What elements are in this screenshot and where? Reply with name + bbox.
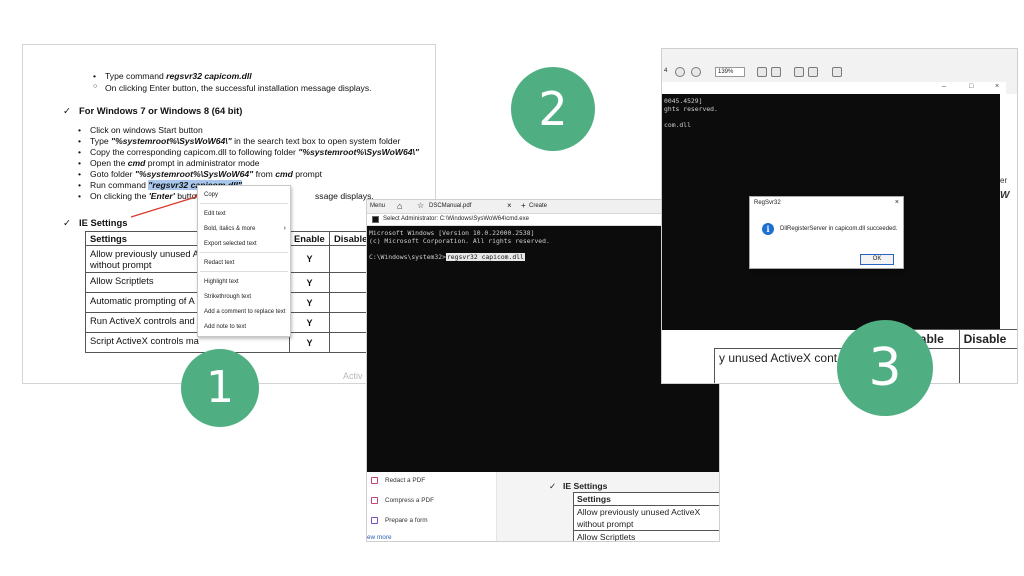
- table-header: Settings: [573, 492, 719, 506]
- tools-sidebar: Redact a PDF Compress a PDF Prepare a fo…: [367, 472, 497, 541]
- pasted-command: regsvr32 capicom.dll: [445, 253, 525, 261]
- table-row: Allow Scriptlets: [573, 530, 719, 541]
- menu-item-edit-text[interactable]: Edit text: [204, 211, 226, 217]
- console-line: ghts reserved.: [664, 105, 718, 113]
- table-row: Allow previously unused ActiveX: [573, 505, 719, 518]
- expand-icon[interactable]: [832, 67, 842, 77]
- ok-button[interactable]: OK: [860, 254, 894, 265]
- fit-width-icon[interactable]: [771, 67, 781, 77]
- dialog-title: RegSvr32: [754, 200, 781, 206]
- star-icon[interactable]: ☆: [417, 201, 424, 210]
- close-tab-icon[interactable]: ×: [507, 201, 512, 210]
- tab-dscmanual[interactable]: DSCManual.pdf: [429, 203, 471, 209]
- chevron-right-icon: ›: [283, 225, 286, 232]
- close-icon[interactable]: ×: [995, 83, 999, 90]
- page-edge: er W: [1000, 94, 1017, 330]
- table-row: without prompt: [573, 518, 719, 531]
- context-menu: Copy Edit text Bold, italics & more › Ex…: [197, 185, 291, 337]
- tool-compress-pdf[interactable]: Compress a PDF: [385, 497, 434, 504]
- ie-settings-table: Settings Allow previously unused ActiveX…: [573, 492, 719, 541]
- tool-prepare-form[interactable]: Prepare a form: [385, 517, 428, 524]
- menu-item-strikethrough[interactable]: Strikethrough text: [204, 294, 251, 300]
- highlight-icon[interactable]: [808, 67, 818, 77]
- menu-item-add-comment[interactable]: Add a comment to replace text: [204, 309, 285, 315]
- info-icon: i: [762, 223, 774, 235]
- comment-icon[interactable]: [794, 67, 804, 77]
- table-header: Disable: [958, 329, 1017, 349]
- cmd-icon: [372, 216, 379, 223]
- maximize-icon[interactable]: □: [969, 83, 973, 90]
- page-number: 4: [664, 68, 668, 74]
- step-badge-2: 2: [511, 67, 595, 151]
- regsvr-result-panel: 4 139% – □ × 0045.4529] ghts reserved. c…: [661, 48, 1018, 384]
- regsvr32-dialog: RegSvr32 × i DllRegisterServer in capico…: [749, 196, 904, 269]
- step-badge-3: 3: [837, 320, 933, 416]
- fit-page-icon[interactable]: [757, 67, 767, 77]
- view-more-link[interactable]: ew more: [367, 534, 392, 541]
- console-prompt-line: C:\Windows\system32>regsvr32 capicom.dll: [369, 253, 525, 261]
- page-text-fragment: er: [1000, 176, 1008, 185]
- home-icon[interactable]: ⌂: [397, 201, 402, 211]
- console-line: Microsoft Windows [Version 10.0.22000.25…: [369, 229, 535, 237]
- zoom-in-icon[interactable]: [691, 67, 701, 77]
- step-badge-1: 1: [181, 349, 259, 427]
- menu-button[interactable]: Menu: [370, 203, 385, 209]
- menu-item-copy[interactable]: Copy: [204, 192, 218, 198]
- menu-divider: [200, 203, 288, 204]
- menu-item-export-text[interactable]: Export selected text: [204, 241, 257, 247]
- menu-item-add-note[interactable]: Add note to text: [204, 324, 246, 330]
- create-button[interactable]: Create: [529, 203, 547, 209]
- ie-settings-heading: IE Settings: [549, 481, 608, 492]
- compress-icon: [371, 497, 378, 504]
- zoom-out-icon[interactable]: [675, 67, 685, 77]
- pdf-page-background: IE Settings Settings Allow previously un…: [497, 472, 719, 541]
- cmd-window-controls: – □ ×: [662, 82, 1006, 94]
- page-text-fragment: W: [1000, 190, 1010, 201]
- console-line: com.dll: [664, 121, 691, 129]
- console-line: (c) Microsoft Corporation. All rights re…: [369, 237, 550, 245]
- menu-item-bold-italics[interactable]: Bold, italics & more: [204, 226, 255, 232]
- dialog-close-icon[interactable]: ×: [895, 199, 899, 206]
- menu-item-highlight-text[interactable]: Highlight text: [204, 279, 239, 285]
- plus-icon[interactable]: +: [521, 201, 526, 210]
- menu-divider: [200, 271, 288, 272]
- tool-redact-pdf[interactable]: Redact a PDF: [385, 477, 425, 484]
- menu-item-redact-text[interactable]: Redact text: [204, 260, 234, 266]
- dialog-message: DllRegisterServer in capicom.dll succeed…: [780, 226, 898, 232]
- console-line: 0045.4529]: [664, 97, 703, 105]
- minimize-icon[interactable]: –: [942, 83, 946, 90]
- redact-icon: [371, 477, 378, 484]
- cmd-window-title: Select Administrator: C:\Windows\SysWoW6…: [383, 216, 529, 222]
- form-icon: [371, 517, 378, 524]
- zoom-level-select[interactable]: 139%: [715, 67, 745, 77]
- menu-divider: [200, 252, 288, 253]
